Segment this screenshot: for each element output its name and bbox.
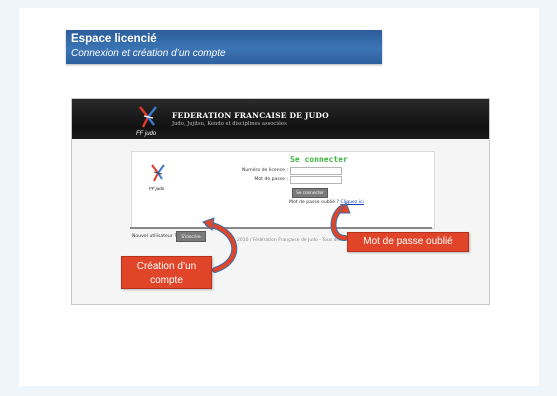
callout-arrows [202, 201, 351, 273]
callout-forgot-password: Mot de passe oublié [347, 232, 469, 252]
callout-creation: Création d’un compte [121, 256, 212, 289]
arrowhead-creation [202, 217, 215, 231]
